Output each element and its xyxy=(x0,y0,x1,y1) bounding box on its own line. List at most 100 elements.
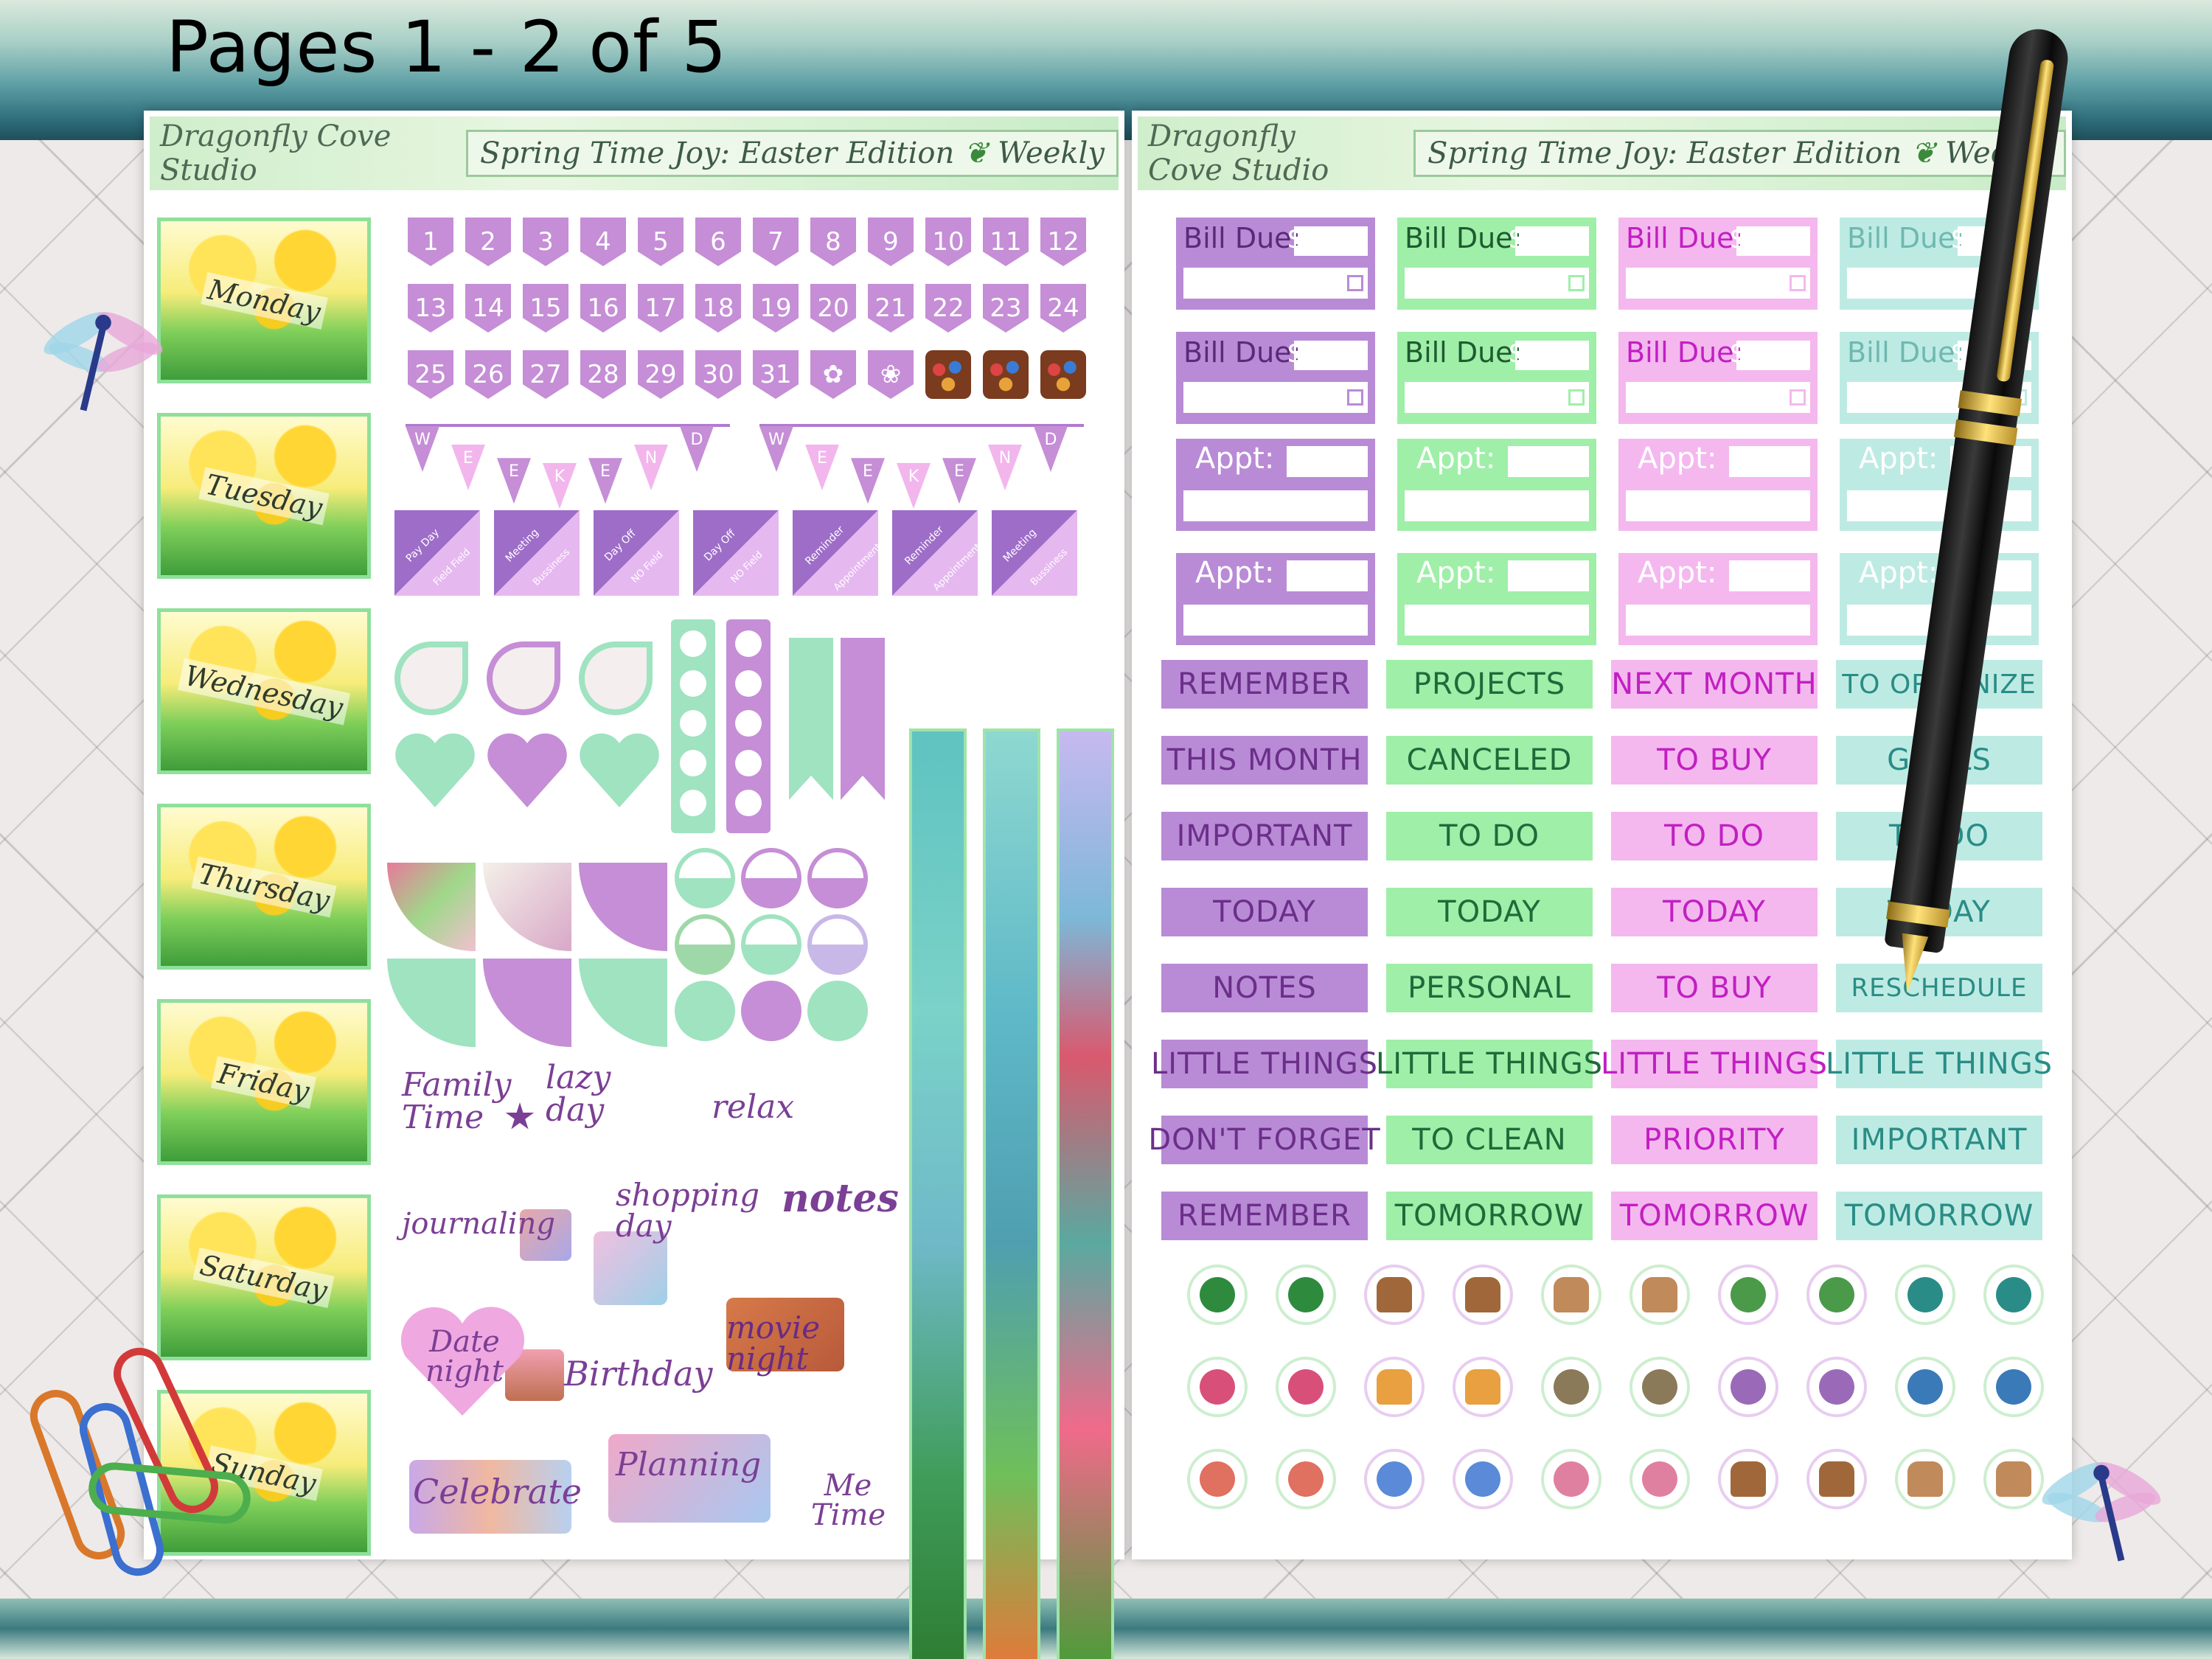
date-number-tab: 16 xyxy=(580,284,626,333)
half-circle-frame xyxy=(675,914,735,975)
word-label-sticker: TO DO xyxy=(1386,812,1593,860)
grocery-bag-icon xyxy=(1895,1449,1955,1509)
word-label-sticker: TODAY xyxy=(1161,888,1368,936)
date-number-tab: 23 xyxy=(983,284,1029,333)
date-number-tab: 5 xyxy=(638,218,684,266)
amount-field xyxy=(1736,226,1810,256)
appt-label: Appt: xyxy=(1195,556,1275,590)
day-tile-monday: Monday xyxy=(157,218,371,383)
diagonal-event-tab: Pay Day Field Field xyxy=(393,509,481,597)
word-label-sticker: REMEMBER xyxy=(1161,1192,1368,1240)
edition-title: Spring Time Joy: Easter Edition xyxy=(1427,136,1902,170)
planning-sticker: Planning xyxy=(616,1446,762,1484)
manicure-icon-glyph xyxy=(1200,1461,1235,1497)
word-label-sticker: LITTLE THINGS xyxy=(1376,1040,1602,1088)
full-circle xyxy=(741,981,801,1041)
stethoscope-icon xyxy=(1983,1265,2044,1325)
appt-time-field xyxy=(1508,446,1589,477)
full-circle xyxy=(675,981,735,1041)
heart-shape xyxy=(579,730,660,807)
date-number-tab: 28 xyxy=(580,350,626,399)
droplet-frame xyxy=(579,641,653,715)
tools-icon-glyph xyxy=(1731,1369,1766,1405)
half-circle-frame xyxy=(675,848,735,908)
gem-icon xyxy=(1453,1449,1513,1509)
bill-due-label: Bill Due: xyxy=(1847,222,1965,254)
appt-time-field xyxy=(1729,560,1810,591)
weekend-pennant: E xyxy=(451,445,485,490)
bill-name-field xyxy=(1626,382,1810,413)
half-circle-frame xyxy=(741,914,801,975)
word-label-sticker: LITTLE THINGS xyxy=(1601,1040,1827,1088)
appt-detail-field xyxy=(1626,490,1810,521)
date-number-tab: 29 xyxy=(638,350,684,399)
birthday-cake-icon xyxy=(1187,1357,1248,1417)
appointment-box: Appt: xyxy=(1176,439,1375,531)
word-label-sticker: THIS MONTH xyxy=(1161,736,1368,785)
word-label-sticker: LITTLE THINGS xyxy=(1826,1040,2052,1088)
scissors-icon xyxy=(1895,1357,1955,1417)
shopping-day-sticker: shopping day xyxy=(616,1177,760,1244)
date-number-tab: 2 xyxy=(465,218,511,266)
washi-strip-daisy xyxy=(909,728,967,1659)
word-label-sticker: TOMORROW xyxy=(1611,1192,1818,1240)
birthday-cake-icon xyxy=(1276,1357,1336,1417)
weekend-pennant: D xyxy=(1034,426,1068,472)
bill-due-box: Bill Due: $ xyxy=(1176,332,1375,424)
stethoscope-icon-glyph xyxy=(1996,1277,2031,1312)
washi-strip-blue xyxy=(983,728,1040,1659)
kettlebell-icon-glyph xyxy=(1819,1277,1854,1312)
bill-due-label: Bill Due: xyxy=(1405,222,1523,254)
amount-field xyxy=(1736,341,1810,370)
word-label-sticker: PROJECTS xyxy=(1386,660,1593,709)
gem-icon-glyph xyxy=(1377,1461,1412,1497)
date-number-tab: 20 xyxy=(810,284,856,333)
studio-name: Dragonfly Cove Studio xyxy=(160,119,392,187)
easter-eggs-icon xyxy=(1040,350,1086,399)
heart-shape xyxy=(487,730,568,807)
appointment-box: Appt: xyxy=(1397,439,1596,531)
quarter-circle xyxy=(387,863,476,951)
easter-eggs-icon xyxy=(925,350,971,399)
day-tile-wednesday: Wednesday xyxy=(157,608,371,774)
date-number-tab: 4 xyxy=(580,218,626,266)
appointment-box: Appt: xyxy=(1176,553,1375,645)
kettlebell-icon xyxy=(1806,1265,1867,1325)
word-label-sticker: NOTES xyxy=(1161,964,1368,1012)
full-circle xyxy=(807,981,868,1041)
date-number-tab: 17 xyxy=(638,284,684,333)
date-number-tab: 18 xyxy=(695,284,741,333)
day-label: Wednesday xyxy=(178,658,350,725)
weekend-pennant: W xyxy=(406,426,439,472)
bill-name-field xyxy=(1183,382,1368,413)
sheet-header-right: Dragonfly Cove Studio Spring Time Joy: E… xyxy=(1138,116,2066,190)
half-circle-frame xyxy=(741,848,801,908)
droplet-frame xyxy=(394,641,468,715)
pen-band xyxy=(1958,390,2023,417)
day-tile-friday: Friday xyxy=(157,999,371,1165)
hearts-icon: ❦ xyxy=(963,136,989,170)
date-number-tab: 31 xyxy=(753,350,799,399)
word-label-sticker: TO BUY xyxy=(1611,964,1818,1012)
date-number-tab: 8 xyxy=(810,218,856,266)
amount-field xyxy=(1294,226,1368,256)
lazy-day-sticker: lazy day xyxy=(546,1059,611,1129)
appt-time-field xyxy=(1508,560,1589,591)
dollar-sign: $ xyxy=(1287,336,1305,369)
date-number-tab: 11 xyxy=(983,218,1029,266)
basket-icon xyxy=(1806,1449,1867,1509)
bill-due-label: Bill Due: xyxy=(1183,336,1301,369)
day-label: Tuesday xyxy=(198,467,330,525)
appt-detail-field xyxy=(1183,490,1368,521)
movie-night-sticker: movie night xyxy=(726,1310,821,1377)
weekly-label: Weekly xyxy=(998,136,1105,170)
dot-circle xyxy=(680,670,706,697)
flower-tab-icon: ❀ xyxy=(868,350,914,399)
dot-circle xyxy=(735,750,762,776)
basket-icon-glyph xyxy=(1465,1277,1500,1312)
birthday-cake-icon-glyph xyxy=(1288,1369,1324,1405)
manicure-icon-glyph xyxy=(1288,1461,1324,1497)
tab-top-label: Reminder xyxy=(803,524,847,568)
word-label-sticker: LITTLE THINGS xyxy=(1151,1040,1377,1088)
diagonal-event-tab: Reminder Appointment xyxy=(891,509,983,597)
